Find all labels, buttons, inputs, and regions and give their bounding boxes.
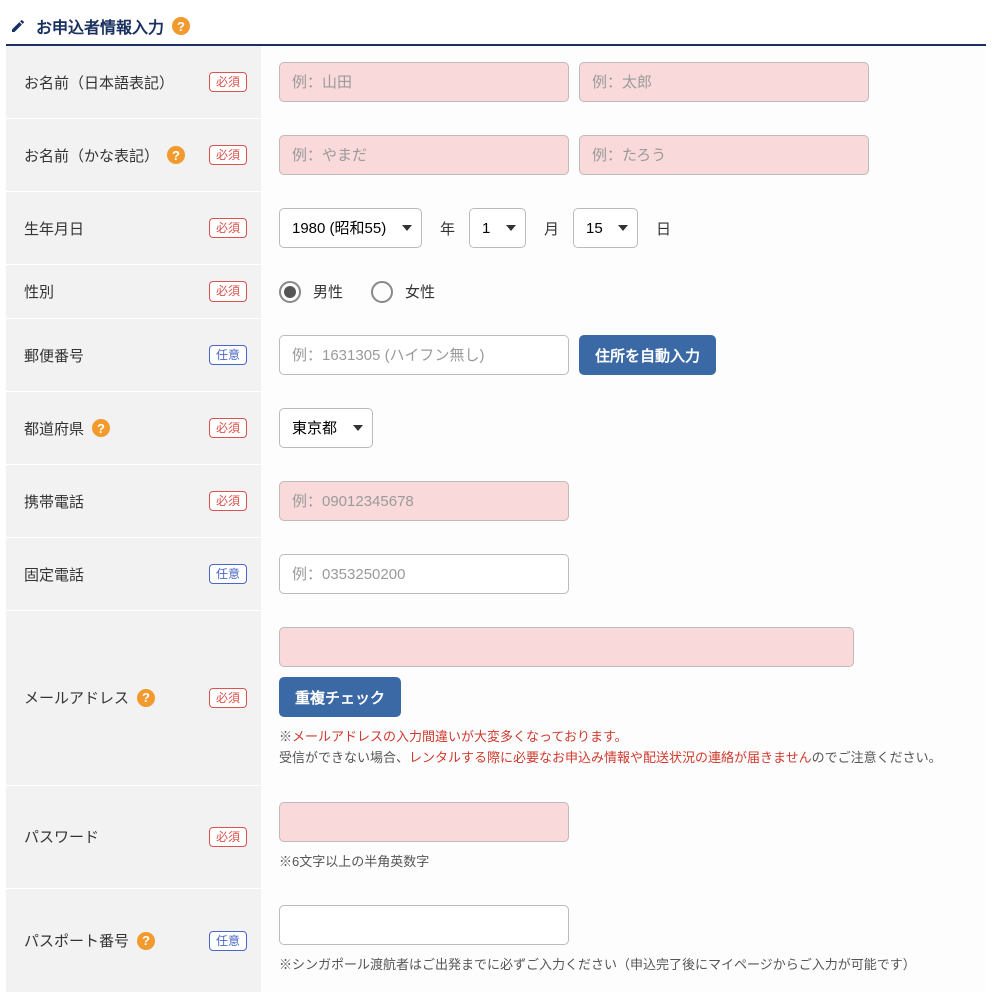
- help-icon[interactable]: ?: [137, 932, 155, 950]
- password-note: ※6文字以上の半角英数字: [279, 852, 429, 873]
- badge-optional: 任意: [209, 564, 247, 584]
- input-lastname-kana[interactable]: [279, 135, 569, 175]
- label-postal: 郵便番号: [24, 345, 84, 366]
- row-prefecture: 都道府県 ? 必須 東京都: [6, 392, 986, 465]
- input-lastname-jp[interactable]: [279, 62, 569, 102]
- help-icon[interactable]: ?: [172, 17, 190, 35]
- row-tel: 固定電話 任意: [6, 538, 986, 611]
- label-birthdate: 生年月日: [24, 218, 84, 239]
- help-icon[interactable]: ?: [92, 419, 110, 437]
- unit-month: 月: [544, 218, 559, 239]
- input-email[interactable]: [279, 627, 854, 667]
- input-password[interactable]: [279, 802, 569, 842]
- label-tel: 固定電話: [24, 564, 84, 585]
- unit-day: 日: [656, 218, 671, 239]
- input-tel[interactable]: [279, 554, 569, 594]
- row-name-kana: お名前（かな表記） ? 必須: [6, 119, 986, 192]
- applicant-form: お名前（日本語表記） 必須 お名前（かな表記） ? 必須 生年月日 必須: [6, 46, 986, 993]
- duplicate-check-button[interactable]: 重複チェック: [279, 677, 401, 717]
- badge-required: 必須: [209, 281, 247, 301]
- row-email: メールアドレス ? 必須 重複チェック ※メールアドレスの入力間違いが大変多くな…: [6, 611, 986, 786]
- label-name-kana: お名前（かな表記） ?: [24, 145, 185, 166]
- row-passport: パスポート番号 ? 任意 ※シンガポール渡航者はご出発までに必ずご入力ください（…: [6, 889, 986, 993]
- badge-required: 必須: [209, 145, 247, 165]
- badge-required: 必須: [209, 827, 247, 847]
- input-mobile[interactable]: [279, 481, 569, 521]
- select-birth-day[interactable]: 15: [573, 208, 638, 248]
- badge-optional: 任意: [209, 931, 247, 951]
- section-header: お申込者情報入力 ?: [6, 6, 986, 46]
- row-password: パスワード 必須 ※6文字以上の半角英数字: [6, 786, 986, 890]
- label-prefecture: 都道府県 ?: [24, 418, 110, 439]
- auto-address-button[interactable]: 住所を自動入力: [579, 335, 716, 375]
- pencil-icon: [10, 18, 26, 34]
- badge-required: 必須: [209, 491, 247, 511]
- radio-male[interactable]: 男性: [279, 281, 343, 303]
- row-mobile: 携帯電話 必須: [6, 465, 986, 538]
- badge-required: 必須: [209, 218, 247, 238]
- label-passport: パスポート番号 ?: [24, 930, 155, 951]
- label-gender: 性別: [24, 281, 54, 302]
- input-firstname-kana[interactable]: [579, 135, 869, 175]
- badge-optional: 任意: [209, 345, 247, 365]
- help-icon[interactable]: ?: [167, 146, 185, 164]
- label-email: メールアドレス ?: [24, 687, 155, 708]
- row-name-jp: お名前（日本語表記） 必須: [6, 46, 986, 119]
- email-note: ※メールアドレスの入力間違いが大変多くなっております。 受信ができない場合、レン…: [279, 727, 942, 769]
- section-title-text: お申込者情報入力: [36, 14, 164, 38]
- badge-required: 必須: [209, 688, 247, 708]
- label-name-jp: お名前（日本語表記）: [24, 72, 174, 93]
- select-prefecture[interactable]: 東京都: [279, 408, 373, 448]
- input-passport[interactable]: [279, 905, 569, 945]
- passport-note: ※シンガポール渡航者はご出発までに必ずご入力ください（申込完了後にマイページから…: [279, 955, 916, 976]
- radio-female[interactable]: 女性: [371, 281, 435, 303]
- select-birth-month[interactable]: 1: [469, 208, 526, 248]
- radio-male-label: 男性: [313, 281, 343, 302]
- badge-required: 必須: [209, 418, 247, 438]
- label-password: パスワード: [24, 826, 99, 847]
- row-birthdate: 生年月日 必須 1980 (昭和55) 年 1 月 15: [6, 192, 986, 265]
- select-birth-year[interactable]: 1980 (昭和55): [279, 208, 422, 248]
- help-icon[interactable]: ?: [137, 689, 155, 707]
- label-mobile: 携帯電話: [24, 491, 84, 512]
- input-firstname-jp[interactable]: [579, 62, 869, 102]
- row-postal: 郵便番号 任意 住所を自動入力: [6, 319, 986, 392]
- radio-icon: [371, 281, 393, 303]
- input-postal[interactable]: [279, 335, 569, 375]
- unit-year: 年: [440, 218, 455, 239]
- gender-radio-group: 男性 女性: [279, 281, 435, 303]
- radio-female-label: 女性: [405, 281, 435, 302]
- radio-icon: [279, 281, 301, 303]
- badge-required: 必須: [209, 72, 247, 92]
- row-gender: 性別 必須 男性 女性: [6, 265, 986, 319]
